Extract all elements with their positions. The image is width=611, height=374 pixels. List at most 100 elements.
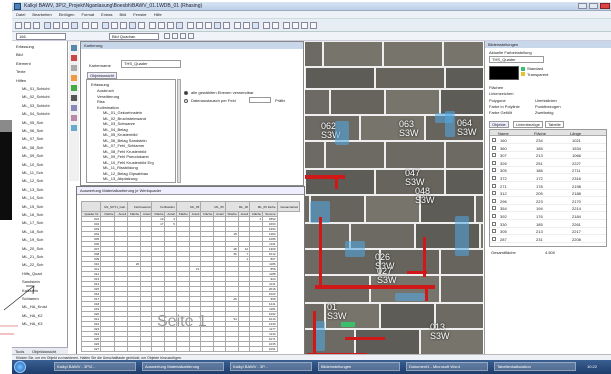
hatch-icon[interactable]: [71, 105, 77, 111]
objects-table-row[interactable]: 305 186 2711: [490, 167, 606, 175]
maximize-icon[interactable]: [589, 3, 598, 9]
line-icon[interactable]: [111, 22, 118, 29]
dialog-tree-item[interactable]: ML_12_Belag Gipsabbau: [103, 171, 148, 176]
start-orb-icon[interactable]: [14, 361, 26, 373]
row-checkbox-icon[interactable]: [492, 145, 496, 150]
text-icon[interactable]: [138, 22, 145, 29]
opt-umrisslinien[interactable]: Umrisslinien: [535, 98, 557, 103]
dialog-tree-item[interactable]: ML_07_Fehl_Schlamm: [103, 143, 144, 148]
color-icon[interactable]: [214, 22, 221, 29]
table-row[interactable]: 027 1091: [80, 346, 300, 352]
help-icon[interactable]: [272, 22, 279, 29]
damage-line-red[interactable]: [335, 175, 338, 189]
opt-zweifarbig[interactable]: Zweifarbig: [535, 110, 553, 115]
zoom-in-icon[interactable]: [158, 22, 165, 29]
objects-table-row[interactable]: 271 178 2198: [490, 183, 606, 190]
layer-tree-item[interactable]: ML_13_Sch: [22, 187, 43, 192]
row-checkbox-icon[interactable]: [492, 138, 496, 142]
close-icon[interactable]: [600, 3, 610, 9]
stamp-icon[interactable]: [71, 125, 77, 131]
map-name-field[interactable]: THS_Quader: [121, 60, 181, 68]
minimize-icon[interactable]: [578, 3, 587, 9]
row-checkbox-icon[interactable]: [492, 153, 496, 158]
color-swatch-black[interactable]: [489, 66, 519, 80]
dialog-tree-item[interactable]: ML_13_Abplatzung: [103, 176, 137, 181]
objects-table-row[interactable]: 296 223 2170: [490, 198, 606, 205]
layer-tree-item[interactable]: ML_21_Sch: [22, 254, 43, 259]
measure-icon[interactable]: [149, 22, 156, 29]
opt-farbe-gefuellt[interactable]: Farbe Gefüllt: [489, 110, 512, 115]
layer-tree-item[interactable]: ML_02_Schicht: [22, 94, 50, 99]
marker-icon[interactable]: [71, 75, 77, 81]
layer-tree-item[interactable]: ML_12_Sch: [22, 178, 43, 183]
damage-area-blue[interactable]: [335, 121, 349, 145]
layer-tree-item[interactable]: ML_07_Sch: [22, 136, 43, 141]
pencil-icon[interactable]: [71, 45, 77, 51]
dialog-tree-item[interactable]: ML_01_Gekoehnstein: [103, 110, 142, 115]
tool-icon-b[interactable]: [292, 22, 299, 29]
objects-table-col[interactable]: Name: [498, 131, 509, 136]
layer-tree-item[interactable]: Hilfs_Quad: [22, 271, 42, 276]
objects-table-row[interactable]: 354 194 2214: [490, 205, 606, 213]
layer-tree-item[interactable]: ML_08_Sch: [22, 145, 43, 150]
menu-item-extras[interactable]: Extras: [101, 12, 112, 17]
shape-icon[interactable]: [71, 85, 77, 91]
dialog-tree-item[interactable]: ML_09_Fehl Pseudokarst: [103, 154, 149, 159]
row-checkbox-icon[interactable]: [492, 168, 496, 173]
damage-area-blue[interactable]: [395, 293, 425, 301]
layer-tree-item[interactable]: ML_03_Schicht: [22, 103, 50, 108]
row-checkbox-icon[interactable]: [492, 236, 496, 241]
layer-combo[interactable]: 166: [16, 33, 66, 40]
row-checkbox-icon[interactable]: [492, 214, 496, 218]
snap-icon[interactable]: [205, 22, 212, 29]
copy-icon[interactable]: [62, 22, 69, 29]
layer-tree-item[interactable]: Bild: [16, 52, 23, 57]
layer-tree-item[interactable]: Element: [16, 61, 31, 66]
rectangle-icon[interactable]: [129, 22, 136, 29]
damage-line-red[interactable]: [305, 175, 345, 179]
damage-mark-green[interactable]: [341, 322, 355, 327]
redo-icon[interactable]: [91, 22, 98, 29]
opt-punktbezogen[interactable]: Punktbezogen: [535, 104, 561, 109]
toolbar2-icon-b[interactable]: [172, 33, 178, 39]
tool-icon-d[interactable]: [310, 22, 317, 29]
damage-line-red[interactable]: [345, 337, 385, 340]
dialog-tree-item[interactable]: ML_03_Schwarze: [103, 121, 135, 126]
taskbar-button[interactable]: Dokument1 - Microsoft Word: [406, 362, 488, 371]
objects-table-col[interactable]: Fläche: [534, 131, 546, 136]
damage-area-blue[interactable]: [455, 216, 469, 256]
dialog-scrollbar[interactable]: [177, 79, 181, 183]
chart-icon[interactable]: [243, 22, 250, 29]
layer-tree-item[interactable]: ML_19_Sch: [22, 237, 43, 242]
damage-area-blue[interactable]: [445, 111, 455, 137]
layer-tree-item[interactable]: Texte: [16, 69, 26, 74]
pan-icon[interactable]: [176, 22, 183, 29]
row-checkbox-icon[interactable]: [492, 206, 496, 211]
layer-tree-item[interactable]: Hilfen: [16, 78, 26, 83]
polygon-icon[interactable]: [120, 22, 127, 29]
row-checkbox-icon[interactable]: [492, 183, 496, 188]
taskbar-button[interactable]: Kalkyl BAWV - 3P\2...: [54, 362, 136, 371]
dialog-tree-item[interactable]: ML_10_Fehl Krustenbild Erg: [103, 160, 154, 165]
stone-label[interactable]: 027 S3W: [377, 267, 397, 285]
layer-tree-item[interactable]: ML_17_Sch: [22, 220, 43, 225]
opt-linienzeichen[interactable]: Linienzeichen: [489, 91, 513, 96]
radio-all-layers[interactable]: [184, 91, 188, 95]
stone-label[interactable]: 01 S3W: [327, 303, 347, 321]
objects-table-row[interactable]: 312 205 2188: [490, 190, 606, 198]
tool-icon-a[interactable]: [283, 22, 290, 29]
menu-item-datei[interactable]: Datei: [16, 12, 25, 17]
menu-item-bearbeiten[interactable]: Bearbeiten: [32, 12, 51, 17]
layer-tree-item[interactable]: ML_06_Sch: [22, 128, 43, 133]
undo-icon[interactable]: [82, 22, 89, 29]
prefix-field[interactable]: [249, 97, 271, 103]
dialog-tree-item[interactable]: ML_11_Rissbildung: [103, 165, 138, 170]
view-combo[interactable]: Bild Quadran: [109, 33, 159, 40]
damage-area-blue[interactable]: [345, 241, 365, 257]
tab-tabelle[interactable]: Tabelle: [545, 121, 564, 128]
cut-icon[interactable]: [53, 22, 60, 29]
dialog-tree-item[interactable]: Ausbruch: [97, 88, 114, 93]
dialog-tree-item[interactable]: ML_06_Belag Sandstein: [103, 138, 147, 143]
tab-objekte[interactable]: Objekte: [489, 121, 509, 128]
layer-tree-item[interactable]: ML_01_Schicht: [22, 86, 50, 91]
